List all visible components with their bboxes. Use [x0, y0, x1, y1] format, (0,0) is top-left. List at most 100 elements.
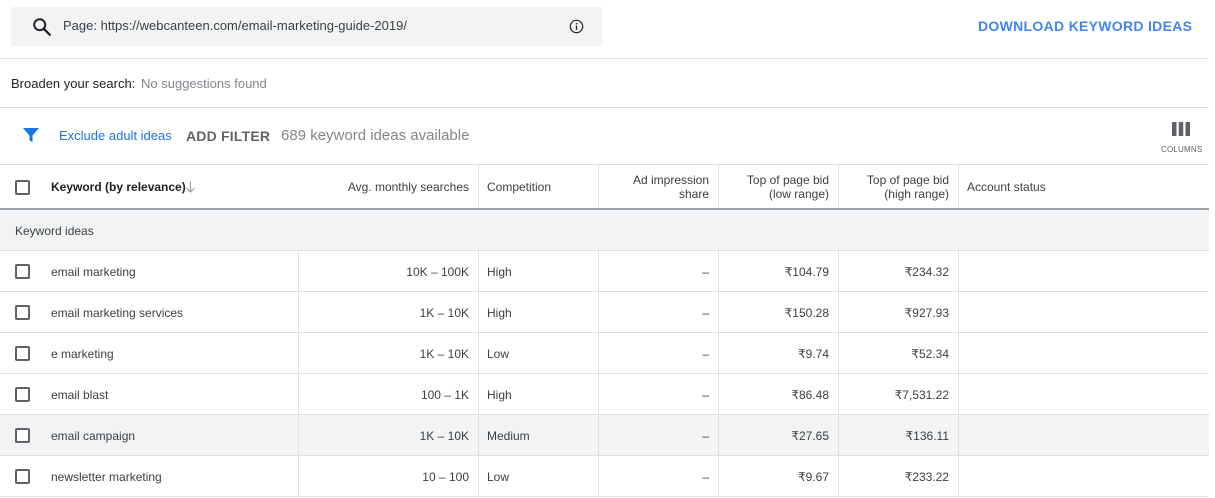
- table-header-row: Keyword (by relevance) Avg. monthly sear…: [0, 165, 1209, 210]
- table-body: email marketing 10K – 100K High – ₹104.79 ₹23…: [0, 251, 1209, 497]
- group-label: Keyword ideas: [15, 224, 94, 238]
- ad-share-value: –: [702, 429, 709, 443]
- keyword-cell: email blast: [40, 374, 299, 414]
- competition-value: Low: [487, 470, 510, 484]
- high-bid-value: ₹234.32: [904, 265, 949, 279]
- low-bid-value: ₹9.67: [798, 470, 829, 484]
- high-bid-value: ₹136.11: [905, 429, 949, 443]
- low-bid-cell: ₹86.48: [719, 374, 839, 414]
- header-ad-line2: share: [678, 187, 709, 201]
- row-checkbox[interactable]: [15, 428, 30, 443]
- header-competition-label: Competition: [487, 180, 552, 194]
- competition-cell: High: [479, 251, 599, 291]
- ad-share-value: –: [702, 388, 709, 402]
- keyword-cell: email campaign: [40, 415, 299, 455]
- account-status-cell: [959, 415, 1209, 455]
- ad-share-cell: –: [599, 333, 719, 373]
- download-keyword-ideas-button[interactable]: DOWNLOAD KEYWORD IDEAS: [978, 18, 1192, 34]
- competition-value: High: [487, 388, 512, 402]
- header-ad-line1: Ad impression: [632, 173, 709, 187]
- high-bid-value: ₹7,531.22: [894, 388, 949, 402]
- keyword-text: email marketing services: [51, 306, 184, 320]
- select-all-checkbox[interactable]: [15, 180, 30, 195]
- keyword-cell: newsletter marketing: [40, 456, 299, 496]
- table-row[interactable]: newsletter marketing 10 – 100 Low – ₹9.67 ₹23…: [0, 456, 1209, 497]
- avg-searches-value: 1K – 10K: [419, 306, 469, 320]
- row-checkbox[interactable]: [15, 264, 30, 279]
- ad-share-value: –: [702, 347, 709, 361]
- low-bid-cell: ₹104.79: [719, 251, 839, 291]
- low-bid-value: ₹104.79: [784, 265, 829, 279]
- ad-share-cell: –: [599, 374, 719, 414]
- low-bid-value: ₹9.74: [798, 347, 829, 361]
- header-high-line2: (high range): [884, 187, 949, 201]
- header-ad-impression-share[interactable]: Ad impression share: [599, 165, 719, 208]
- columns-icon: [1172, 122, 1190, 136]
- header-top-bid-low[interactable]: Top of page bid (low range): [719, 165, 839, 208]
- avg-searches-value: 1K – 10K: [419, 429, 469, 443]
- top-bar: Page: https://webcanteen.com/email-marke…: [0, 0, 1209, 59]
- competition-value: High: [487, 265, 512, 279]
- low-bid-cell: ₹9.74: [719, 333, 839, 373]
- header-avg-monthly-searches[interactable]: Avg. monthly searches: [299, 165, 479, 208]
- row-checkbox[interactable]: [15, 346, 30, 361]
- high-bid-cell: ₹233.22: [839, 456, 959, 496]
- keyword-ideas-count: 689 keyword ideas available: [281, 127, 470, 144]
- avg-searches-value: 100 – 1K: [420, 388, 469, 402]
- ad-share-cell: –: [599, 292, 719, 332]
- filter-bar: Exclude adult ideas ADD FILTER 689 keywo…: [0, 108, 1209, 165]
- account-status-cell: [959, 292, 1209, 332]
- row-checkbox-cell: [0, 456, 40, 496]
- search-icon: [33, 18, 51, 36]
- competition-cell: High: [479, 374, 599, 414]
- competition-cell: Medium: [479, 415, 599, 455]
- filter-icon[interactable]: [22, 126, 40, 144]
- account-status-cell: [959, 456, 1209, 496]
- keyword-ideas-table: Keyword (by relevance) Avg. monthly sear…: [0, 165, 1209, 497]
- table-row[interactable]: email marketing 10K – 100K High – ₹104.79 ₹23…: [0, 251, 1209, 292]
- sort-down-arrow-icon[interactable]: [185, 181, 196, 193]
- add-filter-button[interactable]: ADD FILTER: [186, 128, 270, 144]
- keyword-cell: email marketing services: [40, 292, 299, 332]
- row-checkbox-cell: [0, 292, 40, 332]
- account-status-cell: [959, 333, 1209, 373]
- header-keyword[interactable]: Keyword (by relevance): [40, 165, 299, 208]
- keyword-cell: email marketing: [40, 251, 299, 291]
- table-row[interactable]: e marketing 1K – 10K Low – ₹9.74 ₹52.34: [0, 333, 1209, 374]
- header-low-label: Top of page bid (low range): [747, 173, 829, 201]
- table-row[interactable]: email marketing services 1K – 10K High – ₹15…: [0, 292, 1209, 333]
- avg-searches-value: 10 – 100: [422, 470, 469, 484]
- ad-share-cell: –: [599, 415, 719, 455]
- row-checkbox[interactable]: [15, 305, 30, 320]
- header-top-bid-high[interactable]: Top of page bid (high range): [839, 165, 959, 208]
- info-icon[interactable]: [569, 19, 584, 34]
- exclude-adult-ideas-filter[interactable]: Exclude adult ideas: [59, 128, 172, 143]
- columns-button[interactable]: COLUMNS: [1158, 120, 1204, 156]
- search-query[interactable]: Page: https://webcanteen.com/email-marke…: [63, 18, 407, 33]
- row-checkbox-cell: [0, 333, 40, 373]
- avg-searches-cell: 10 – 100: [299, 456, 479, 496]
- search-box[interactable]: Page: https://webcanteen.com/email-marke…: [11, 7, 602, 46]
- header-competition[interactable]: Competition: [479, 165, 599, 208]
- header-high-line1: Top of page bid: [866, 173, 949, 187]
- header-account-status[interactable]: Account status: [959, 165, 1209, 208]
- competition-cell: Low: [479, 456, 599, 496]
- keyword-text: email blast: [51, 388, 109, 402]
- avg-searches-value: 10K – 100K: [406, 265, 469, 279]
- competition-value: Medium: [487, 429, 530, 443]
- low-bid-value: ₹150.28: [784, 306, 829, 320]
- columns-label: COLUMNS: [1161, 145, 1203, 154]
- table-row[interactable]: email blast 100 – 1K High – ₹86.48 ₹7,531.22: [0, 374, 1209, 415]
- row-checkbox-cell: [0, 415, 40, 455]
- competition-value: Low: [487, 347, 510, 361]
- keyword-text: newsletter marketing: [51, 470, 162, 484]
- row-checkbox[interactable]: [15, 469, 30, 484]
- avg-searches-cell: 1K – 10K: [299, 292, 479, 332]
- table-row[interactable]: email campaign 1K – 10K Medium – ₹27.65 ₹136.…: [0, 415, 1209, 456]
- high-bid-value: ₹927.93: [904, 306, 949, 320]
- ad-share-value: –: [702, 265, 709, 279]
- avg-searches-cell: 100 – 1K: [299, 374, 479, 414]
- competition-cell: High: [479, 292, 599, 332]
- broaden-label: Broaden your search:: [11, 76, 136, 91]
- row-checkbox[interactable]: [15, 387, 30, 402]
